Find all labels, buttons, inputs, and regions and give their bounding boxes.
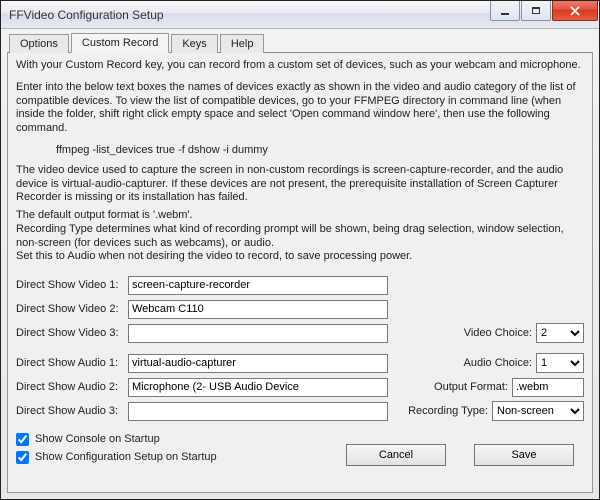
- input-dsv3[interactable]: [128, 324, 388, 343]
- tab-custom-record[interactable]: Custom Record: [71, 33, 169, 53]
- titlebar[interactable]: FFVideo Configuration Setup: [1, 1, 599, 29]
- intro-text-1: With your Custom Record key, you can rec…: [16, 59, 584, 73]
- label-dsv3: Direct Show Video 3:: [16, 327, 128, 339]
- label-audio-choice: Audio Choice:: [464, 357, 533, 369]
- input-dsv1[interactable]: [128, 276, 388, 295]
- row-show-config: Show Configuration Setup on Startup: [16, 448, 217, 466]
- label-show-config: Show Configuration Setup on Startup: [35, 451, 217, 463]
- input-dsa2[interactable]: [128, 378, 388, 397]
- row-dsv1: Direct Show Video 1:: [16, 274, 584, 296]
- tab-keys[interactable]: Keys: [171, 34, 217, 53]
- select-recording-type[interactable]: Non-screen: [492, 401, 584, 421]
- tab-help[interactable]: Help: [220, 34, 265, 53]
- label-dsa1: Direct Show Audio 1:: [16, 357, 128, 369]
- tab-options[interactable]: Options: [9, 34, 69, 53]
- input-dsa1[interactable]: [128, 354, 388, 373]
- close-button[interactable]: [552, 1, 598, 21]
- client-area: Options Custom Record Keys Help With you…: [1, 29, 599, 499]
- label-dsa2: Direct Show Audio 2:: [16, 381, 128, 393]
- row-dsv3: Direct Show Video 3: Video Choice: 2: [16, 322, 584, 344]
- label-dsv2: Direct Show Video 2:: [16, 303, 128, 315]
- input-dsv2[interactable]: [128, 300, 388, 319]
- label-recording-type: Recording Type:: [408, 405, 488, 417]
- select-video-choice[interactable]: 2: [536, 323, 584, 343]
- label-video-choice: Video Choice:: [464, 327, 532, 339]
- window-title: FFVideo Configuration Setup: [9, 8, 490, 22]
- info-text-2: The default output format is '.webm'.: [16, 209, 584, 223]
- row-dsa2: Direct Show Audio 2: Output Format:: [16, 376, 584, 398]
- save-button[interactable]: Save: [474, 444, 574, 466]
- input-output-format[interactable]: [512, 378, 584, 397]
- info-text-3: Recording Type determines what kind of r…: [16, 223, 584, 251]
- close-icon: [570, 6, 580, 16]
- row-dsa3: Direct Show Audio 3: Recording Type: Non…: [16, 400, 584, 422]
- ffmpeg-command: ffmpeg -list_devices true -f dshow -i du…: [16, 144, 584, 156]
- tabpage-custom-record: With your Custom Record key, you can rec…: [7, 53, 593, 493]
- window-controls: [490, 1, 599, 28]
- label-dsv1: Direct Show Video 1:: [16, 279, 128, 291]
- row-show-console: Show Console on Startup: [16, 430, 217, 448]
- app-window: FFVideo Configuration Setup Options Cust…: [0, 0, 600, 500]
- select-audio-choice[interactable]: 1: [536, 353, 584, 373]
- intro-text-2: Enter into the below text boxes the name…: [16, 81, 584, 136]
- button-bar: Cancel Save: [346, 440, 584, 466]
- label-output-format: Output Format:: [434, 381, 508, 393]
- cancel-button[interactable]: Cancel: [346, 444, 446, 466]
- tab-strip: Options Custom Record Keys Help: [7, 31, 593, 53]
- minimize-button[interactable]: [490, 1, 520, 21]
- checkbox-show-console[interactable]: [16, 433, 29, 446]
- device-form: Direct Show Video 1: Direct Show Video 2…: [16, 274, 584, 466]
- row-dsa1: Direct Show Audio 1: Audio Choice: 1: [16, 352, 584, 374]
- row-dsv2: Direct Show Video 2:: [16, 298, 584, 320]
- checkbox-show-config[interactable]: [16, 451, 29, 464]
- info-text-4: Set this to Audio when not desiring the …: [16, 250, 584, 264]
- label-dsa3: Direct Show Audio 3:: [16, 405, 128, 417]
- bottom-row: Show Console on Startup Show Configurati…: [16, 430, 584, 466]
- input-dsa3[interactable]: [128, 402, 388, 421]
- maximize-button[interactable]: [521, 1, 551, 21]
- label-show-console: Show Console on Startup: [35, 433, 160, 445]
- info-text-1: The video device used to capture the scr…: [16, 164, 584, 205]
